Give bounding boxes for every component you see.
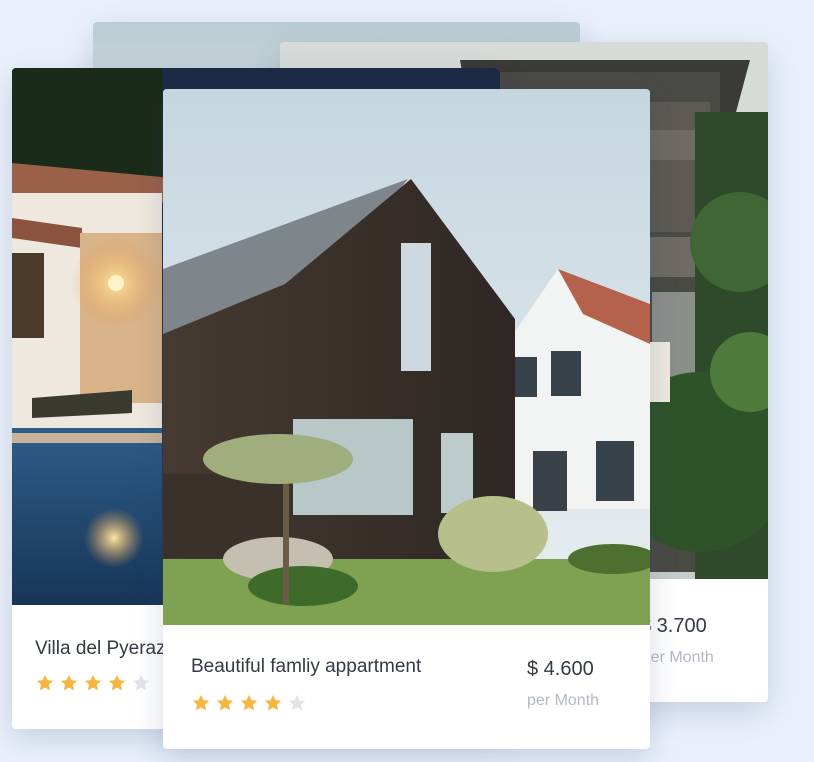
listing-period: Per Month: [640, 649, 714, 666]
star-filled-icon: [263, 693, 283, 713]
star-filled-icon: [83, 673, 103, 693]
star-filled-icon: [239, 693, 259, 713]
rating-stars: [35, 673, 151, 693]
listing-photo: [163, 89, 650, 625]
star-empty-icon: [287, 693, 307, 713]
listing-price: $ 3.700: [640, 615, 707, 637]
star-filled-icon: [215, 693, 235, 713]
listing-card-featured[interactable]: Beautiful famliy appartment $ 4.600 per …: [163, 89, 650, 749]
star-filled-icon: [107, 673, 127, 693]
listing-title[interactable]: Beautiful famliy appartment: [191, 656, 421, 678]
star-filled-icon: [59, 673, 79, 693]
rating-stars: [191, 693, 307, 713]
listing-period: per Month: [527, 692, 600, 709]
star-filled-icon: [191, 693, 211, 713]
listing-title[interactable]: Villa del Pyeraz: [35, 638, 166, 660]
listing-price: $ 4.600: [527, 658, 594, 680]
star-filled-icon: [35, 673, 55, 693]
star-empty-icon: [131, 673, 151, 693]
